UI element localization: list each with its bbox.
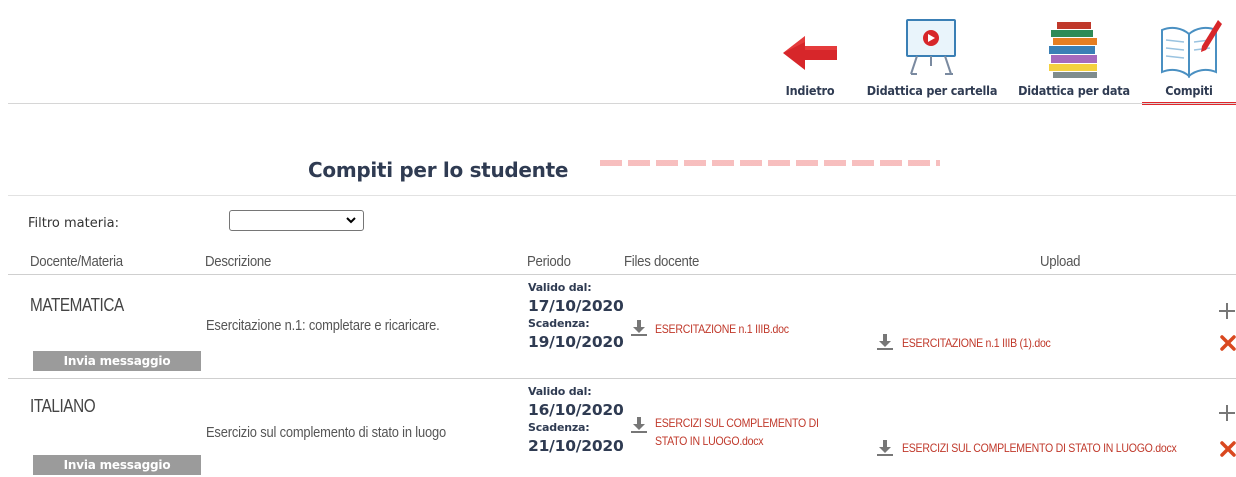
download-icon[interactable]	[630, 319, 648, 337]
valido-label: Valido dal:	[528, 385, 592, 398]
top-navigation: Indietro Didattica per cartella Didattic…	[0, 0, 1236, 105]
valido-label: Valido dal:	[528, 281, 592, 294]
nav-divider	[8, 103, 1236, 104]
scadenza-label: Scadenza:	[528, 421, 590, 434]
book-stack-icon	[1049, 22, 1097, 78]
file-upload-link[interactable]: ESERCIZI SUL COMPLEMENTO DI STATO IN LUO…	[902, 439, 1177, 457]
nav-back-label: Indietro	[785, 83, 835, 98]
nav-back-button[interactable]: Indietro	[768, 0, 852, 103]
nav-didattica-cartella-button[interactable]: Didattica per cartella	[857, 0, 1007, 103]
chevron-down-icon	[346, 217, 356, 224]
row-periodo: Valido dal: 16/10/2020 Scadenza: 21/10/2…	[528, 385, 624, 457]
scadenza-label: Scadenza:	[528, 317, 590, 330]
title-divider	[8, 195, 1236, 196]
table-row: MATEMATICA Invia messaggio Esercitazione…	[0, 275, 1236, 378]
add-icon[interactable]	[1218, 404, 1236, 422]
table-row: ITALIANO Invia messaggio Esercizio sul c…	[0, 379, 1236, 477]
file-docente-link[interactable]: ESERCIZI SUL COMPLEMENTO DI STATO IN LUO…	[655, 414, 819, 450]
header-periodo: Periodo	[527, 253, 571, 270]
row-materia: ITALIANO	[30, 396, 96, 416]
nav-didattica-data-button[interactable]: Didattica per data	[1010, 0, 1138, 103]
row-descrizione: Esercizio sul complemento di stato in lu…	[206, 424, 446, 441]
delete-icon[interactable]	[1220, 335, 1236, 351]
invia-messaggio-button[interactable]: Invia messaggio	[33, 455, 201, 475]
delete-icon[interactable]	[1220, 441, 1236, 457]
valido-date: 17/10/2020	[528, 297, 624, 315]
download-icon[interactable]	[630, 416, 648, 434]
row-materia: MATEMATICA	[30, 295, 124, 315]
file-docente-link[interactable]: ESERCITAZIONE n.1 IIIB.doc	[655, 320, 789, 338]
add-icon[interactable]	[1218, 302, 1236, 320]
scadenza-date: 19/10/2020	[528, 333, 624, 351]
invia-messaggio-button[interactable]: Invia messaggio	[33, 351, 201, 371]
download-icon[interactable]	[876, 439, 894, 457]
materia-filter-select[interactable]	[229, 210, 364, 231]
back-arrow-icon	[783, 36, 837, 70]
nav-compiti-label: Compiti	[1165, 83, 1213, 98]
filter-label: Filtro materia:	[28, 216, 120, 231]
title-decoration	[600, 160, 940, 166]
header-docente: Docente/Materia	[30, 253, 123, 270]
row-descrizione: Esercitazione n.1: completare e ricarica…	[206, 317, 440, 334]
download-icon[interactable]	[876, 333, 894, 351]
nav-compiti-tab[interactable]: Compiti	[1142, 0, 1236, 105]
nav-didattica-cartella-label: Didattica per cartella	[866, 83, 998, 98]
header-descrizione: Descrizione	[205, 253, 272, 270]
header-upload: Upload	[1040, 253, 1081, 270]
nav-didattica-data-label: Didattica per data	[1018, 83, 1130, 98]
row-periodo: Valido dal: 17/10/2020 Scadenza: 19/10/2…	[528, 281, 624, 353]
file-docente-line1: ESERCIZI SUL COMPLEMENTO DI	[655, 416, 819, 430]
header-files-docente: Files docente	[624, 253, 700, 270]
file-docente-line2: STATO IN LUOGO.docx	[655, 434, 764, 448]
scadenza-date: 21/10/2020	[528, 437, 624, 455]
open-book-pen-icon	[1161, 20, 1222, 79]
whiteboard-play-icon	[906, 19, 956, 75]
valido-date: 16/10/2020	[528, 401, 624, 419]
page-title: Compiti per lo studente	[308, 158, 569, 182]
file-upload-link[interactable]: ESERCITAZIONE n.1 IIIB (1).doc	[902, 334, 1051, 352]
